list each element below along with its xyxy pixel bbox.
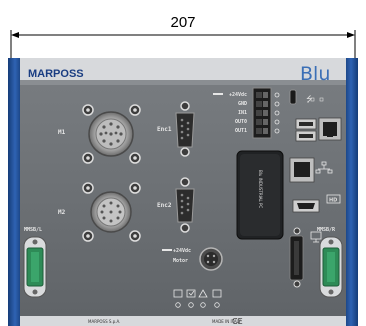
m2-connector[interactable] (82, 182, 141, 242)
io-label-5: OUT1 (235, 128, 247, 134)
hdmi-port[interactable] (292, 199, 320, 213)
mmsb-right-connector[interactable] (319, 236, 343, 298)
enc1-label: Enc1 (157, 126, 172, 133)
brand-logo-text: MARPOSS (28, 68, 84, 80)
svg-text:HD: HD (329, 198, 337, 204)
io-label-2: GND (238, 101, 247, 107)
module-cover-panel: Blu INDUSTRIAL PC (236, 150, 284, 240)
ethernet-port-bottom[interactable] (289, 157, 315, 183)
m2-label: M2 (58, 209, 66, 216)
mmsb-right-label: MMSB/R (317, 227, 336, 233)
power-label: +24Vdc (173, 248, 191, 254)
controller-front-panel-drawing: 207 MARPOSS Blu MARPOSS S.p.A. MADE IN I… (8, 14, 358, 326)
right-mounting-rail (344, 58, 358, 326)
mmsb-left-label: MMSB/L (24, 227, 42, 233)
display-port-vertical[interactable] (289, 227, 304, 288)
io-label-3: IN1 (238, 110, 247, 116)
footer-left-text: MARPOSS S.p.A. (88, 319, 120, 324)
io-label-4: OUT0 (235, 119, 247, 125)
mini-usb-port[interactable] (289, 89, 297, 105)
model-logo-text: Blu (300, 63, 330, 85)
footer-strip (20, 316, 346, 326)
m1-connector[interactable] (82, 104, 141, 164)
ce-mark-icon: CE (232, 317, 243, 326)
motor-power-connector[interactable] (199, 247, 223, 271)
m1-label: M1 (58, 129, 66, 136)
width-dimension: 207 (10, 14, 356, 62)
ethernet-port-top[interactable] (318, 117, 342, 141)
usb-icon: ⭍ (306, 95, 313, 104)
arrowhead-left-icon (11, 32, 19, 38)
io-label-1: +24Vdc (229, 92, 247, 98)
enc2-label: Enc2 (157, 202, 172, 209)
mmsb-left-connector[interactable] (23, 236, 47, 298)
left-mounting-rail (8, 58, 22, 326)
arrowhead-right-icon (347, 32, 355, 38)
motor-label: Motor (173, 258, 188, 264)
dimension-value: 207 (170, 14, 195, 31)
io-terminal-block[interactable] (252, 87, 272, 139)
module-vertical-label: Blu INDUSTRIAL PC (258, 170, 263, 208)
